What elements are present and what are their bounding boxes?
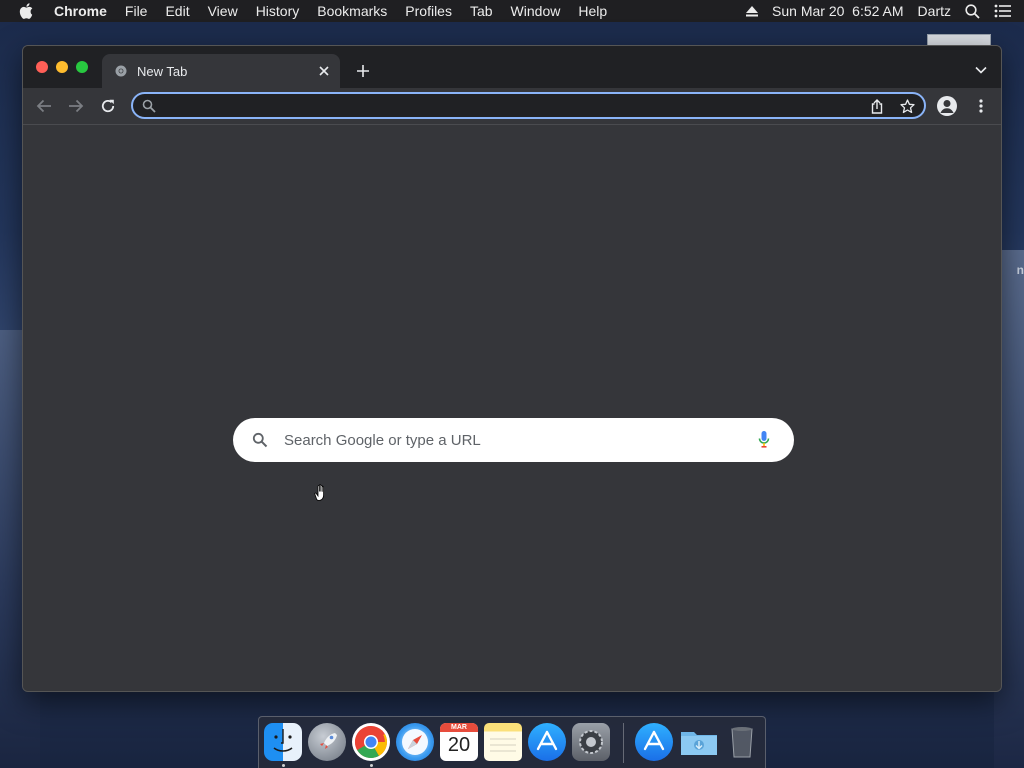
- menu-view[interactable]: View: [208, 3, 238, 19]
- menu-help[interactable]: Help: [578, 3, 607, 19]
- address-bar-input[interactable]: [164, 96, 848, 115]
- tab-new-tab[interactable]: New Tab: [102, 54, 340, 88]
- finder-icon[interactable]: [264, 723, 302, 761]
- notes-icon[interactable]: [484, 723, 522, 761]
- app-store-downloads-icon[interactable]: [635, 723, 673, 761]
- system-preferences-icon[interactable]: [572, 723, 610, 761]
- address-bar[interactable]: [131, 92, 926, 119]
- trash-icon[interactable]: [723, 723, 761, 761]
- back-arrow-icon[interactable]: [35, 97, 53, 115]
- browser-toolbar: [23, 88, 1001, 125]
- menubar-clock[interactable]: Sun Mar 20 6:52 AM: [772, 3, 904, 19]
- calendar-month: MAR: [440, 723, 478, 732]
- menu-window[interactable]: Window: [511, 3, 561, 19]
- downloads-folder-icon[interactable]: [679, 723, 717, 761]
- launchpad-icon[interactable]: [308, 723, 346, 761]
- hand-cursor-icon: [314, 484, 324, 501]
- fullscreen-window-button[interactable]: [76, 61, 88, 73]
- safari-icon[interactable]: [396, 723, 434, 761]
- desktop-icon-label: n: [1016, 263, 1024, 277]
- chrome-icon[interactable]: [352, 723, 390, 761]
- app-store-icon[interactable]: [528, 723, 566, 761]
- minimize-window-button[interactable]: [56, 61, 68, 73]
- more-menu-icon[interactable]: [973, 97, 989, 115]
- ntp-search-box[interactable]: Search Google or type a URL: [233, 418, 794, 462]
- bookmark-star-icon[interactable]: [900, 99, 915, 114]
- tab-search-chevron-icon[interactable]: [973, 62, 989, 78]
- close-window-button[interactable]: [36, 61, 48, 73]
- chrome-running-indicator: [370, 764, 373, 767]
- close-tab-icon[interactable]: [316, 63, 332, 79]
- finder-running-indicator: [282, 764, 285, 767]
- reload-icon[interactable]: [99, 97, 117, 115]
- dock: MAR 20: [258, 716, 766, 768]
- tab-strip: New Tab: [23, 46, 1001, 88]
- new-tab-page: Search Google or type a URL: [23, 125, 1001, 691]
- ntp-search-icon: [252, 432, 268, 448]
- voice-search-mic-icon[interactable]: [758, 430, 770, 450]
- apple-menu-icon[interactable]: [19, 3, 39, 19]
- dock-separator: [623, 723, 624, 763]
- menubar-user[interactable]: Dartz: [918, 3, 951, 19]
- browser-window: New Tab Search Google or type a URL: [22, 45, 1002, 692]
- profile-avatar-icon[interactable]: [937, 96, 957, 116]
- ntp-search-placeholder: Search Google or type a URL: [284, 431, 481, 449]
- chrome-favicon-icon: [115, 65, 127, 77]
- menu-history[interactable]: History: [256, 3, 300, 19]
- menu-app-name[interactable]: Chrome: [54, 3, 107, 19]
- calendar-icon[interactable]: MAR 20: [440, 723, 478, 761]
- forward-arrow-icon[interactable]: [67, 97, 85, 115]
- omnibox-search-icon: [142, 99, 156, 113]
- share-icon[interactable]: [870, 99, 884, 114]
- spotlight-search-icon[interactable]: [965, 3, 980, 19]
- new-tab-plus-icon[interactable]: [354, 62, 372, 80]
- menu-bookmarks[interactable]: Bookmarks: [317, 3, 387, 19]
- calendar-day: 20: [447, 734, 471, 756]
- menu-file[interactable]: File: [125, 3, 148, 19]
- control-center-icon[interactable]: [994, 4, 1012, 18]
- menu-bar: Chrome File Edit View History Bookmarks …: [0, 0, 1024, 22]
- tab-title: New Tab: [137, 63, 188, 79]
- menu-profiles[interactable]: Profiles: [405, 3, 452, 19]
- menu-edit[interactable]: Edit: [165, 3, 189, 19]
- menu-tab[interactable]: Tab: [470, 3, 493, 19]
- eject-icon[interactable]: [746, 5, 759, 17]
